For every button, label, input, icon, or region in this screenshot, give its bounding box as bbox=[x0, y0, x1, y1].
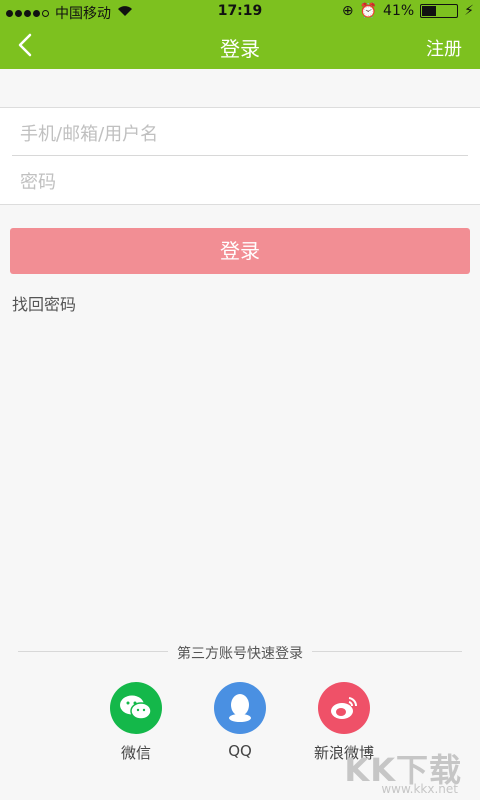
status-bar: 中国移动 17:19 ⊕ ⏰ 41% ⚡ bbox=[0, 0, 480, 22]
status-right: ⊕ ⏰ 41% ⚡ bbox=[342, 3, 474, 19]
recover-password-link[interactable]: 找回密码 bbox=[12, 291, 76, 315]
qq-login[interactable]: QQ bbox=[200, 682, 280, 760]
password-input[interactable]: 密码 bbox=[20, 168, 56, 194]
divider-right bbox=[312, 651, 462, 652]
login-button[interactable]: 登录 bbox=[10, 228, 470, 274]
page-title: 登录 bbox=[220, 37, 260, 61]
register-button[interactable]: 注册 bbox=[426, 35, 462, 61]
wechat-label: 微信 bbox=[120, 744, 151, 762]
divider-left bbox=[18, 651, 168, 652]
login-form: 手机/邮箱/用户名 密码 bbox=[0, 107, 480, 205]
battery-percent: 41% bbox=[383, 3, 415, 19]
qq-icon bbox=[214, 682, 266, 734]
username-input[interactable]: 手机/邮箱/用户名 bbox=[20, 120, 158, 146]
wechat-login[interactable]: 微信 bbox=[96, 682, 176, 763]
wechat-icon bbox=[110, 682, 162, 734]
field-divider bbox=[12, 155, 468, 156]
watermark-url: www.kkx.net bbox=[381, 782, 458, 796]
battery-icon bbox=[420, 4, 459, 18]
alarm-icon: ⏰ bbox=[359, 3, 378, 19]
nav-bar: 登录 注册 bbox=[0, 22, 480, 69]
weibo-icon bbox=[318, 682, 370, 734]
charging-icon: ⚡ bbox=[464, 3, 474, 19]
rotation-lock-icon: ⊕ bbox=[341, 3, 354, 19]
third-party-title: 第三方账号快速登录 bbox=[0, 643, 480, 663]
qq-label: QQ bbox=[228, 742, 252, 760]
third-party-label: 第三方账号快速登录 bbox=[177, 646, 303, 662]
